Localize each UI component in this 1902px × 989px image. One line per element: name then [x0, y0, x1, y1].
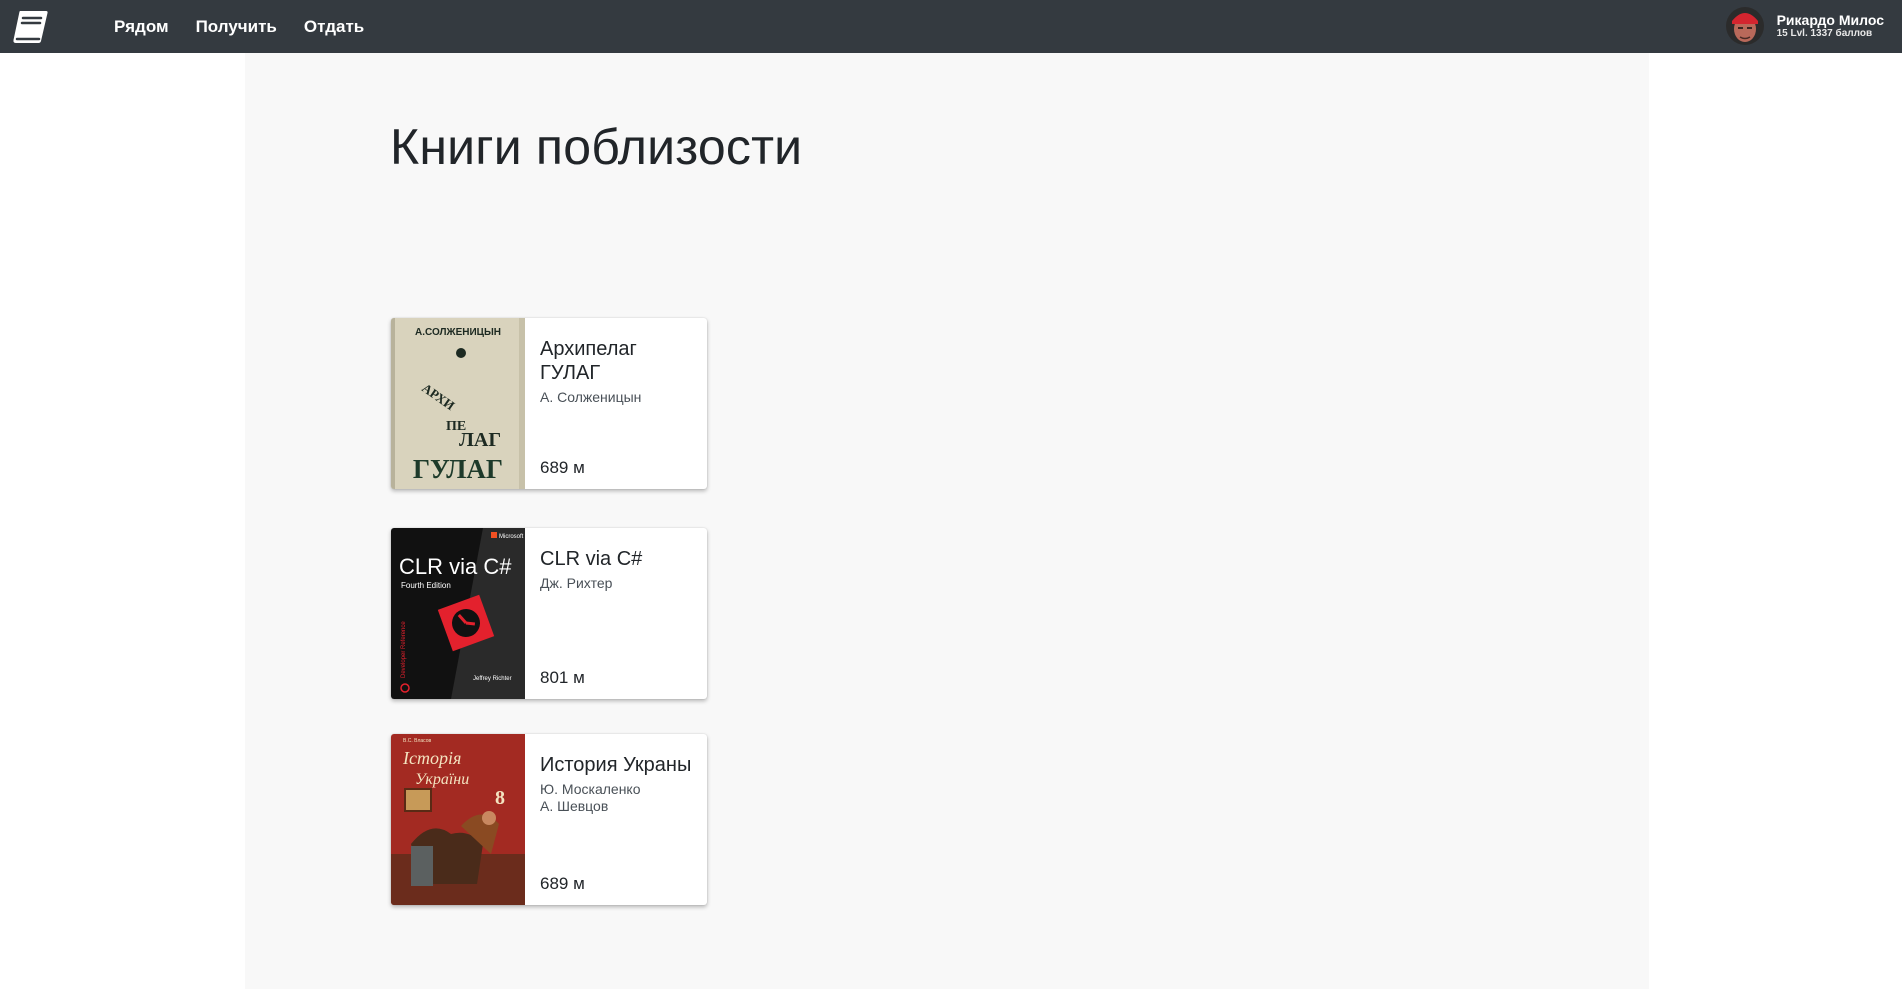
book-author: Ю. Москаленко [540, 781, 641, 797]
nav-item-nearby[interactable]: Рядом [114, 17, 169, 37]
cover-series-text: Developer Reference [401, 621, 407, 678]
user-name: Рикардо Милос [1776, 12, 1884, 28]
book-distance: 689 м [540, 874, 585, 893]
book-title[interactable]: История Украны [540, 753, 699, 777]
book-card[interactable]: В.С. Власов Історія України 8 История Ук… [391, 734, 707, 905]
book-distance: 689 м [540, 458, 585, 477]
page-title: Книги поблизости [390, 119, 803, 175]
book-info: История Украны Ю. Москаленко А. Шевцов 6… [540, 748, 699, 905]
main-nav: Рядом Получить Отдать [114, 0, 391, 53]
user-stats: 15 Lvl. 1337 баллов [1776, 28, 1873, 39]
user-info: Рикардо Милос 15 Lvl. 1337 баллов [1777, 12, 1884, 40]
book-card[interactable]: Microsoft CLR via C# Fourth Edition Deve… [391, 528, 707, 699]
book-author: А. Шевцов [540, 798, 609, 814]
book-author: А. Солженицын [540, 389, 642, 405]
book-distance: 801 м [540, 668, 585, 687]
book-cover-image: Microsoft CLR via C# Fourth Edition Deve… [391, 528, 525, 699]
cover-grade-text: 8 [495, 787, 505, 809]
book-author: Дж. Рихтер [540, 575, 613, 591]
cover-author-text: А.СОЛЖЕНИЦЫН [415, 327, 501, 338]
user-profile[interactable]: Рикардо Милос 15 Lvl. 1337 баллов [1725, 6, 1884, 46]
nav-item-give[interactable]: Отдать [304, 17, 364, 37]
book-logo-icon[interactable] [10, 7, 52, 47]
nav-item-receive[interactable]: Получить [196, 17, 277, 37]
cover-title-line1: Історія [402, 748, 461, 768]
top-navbar: Рядом Получить Отдать Рикардо Милос 15 L… [0, 0, 1902, 53]
cover-author-text: Jeffrey Richter [473, 676, 512, 682]
book-card[interactable]: А.СОЛЖЕНИЦЫН АРХИ ПЕ ЛАГ ГУЛАГ Архипелаг… [391, 318, 707, 489]
cover-edition-text: Fourth Edition [401, 581, 451, 590]
book-title[interactable]: CLR via C# [540, 547, 699, 571]
cover-title-text: CLR via C# [399, 554, 512, 579]
cover-title-part4: ГУЛАГ [413, 454, 503, 484]
book-info: CLR via C# Дж. Рихтер 801 м [540, 542, 699, 699]
book-cover-image: А.СОЛЖЕНИЦЫН АРХИ ПЕ ЛАГ ГУЛАГ [391, 318, 525, 489]
book-info: Архипелаг ГУЛАГ А. Солженицын 689 м [540, 332, 699, 489]
book-title[interactable]: Архипелаг ГУЛАГ [540, 337, 699, 385]
cover-title-line2: України [415, 771, 469, 788]
book-cover-image: В.С. Власов Історія України 8 [391, 734, 525, 905]
cover-publisher-text: Microsoft [499, 534, 524, 540]
cover-title-part3: ЛАГ [459, 429, 501, 451]
cover-author-text: В.С. Власов [403, 738, 431, 744]
avatar[interactable] [1725, 7, 1764, 45]
main-content: Книги поблизости А.СОЛЖЕНИЦЫН АРХИ ПЕ ЛА… [245, 53, 1649, 989]
